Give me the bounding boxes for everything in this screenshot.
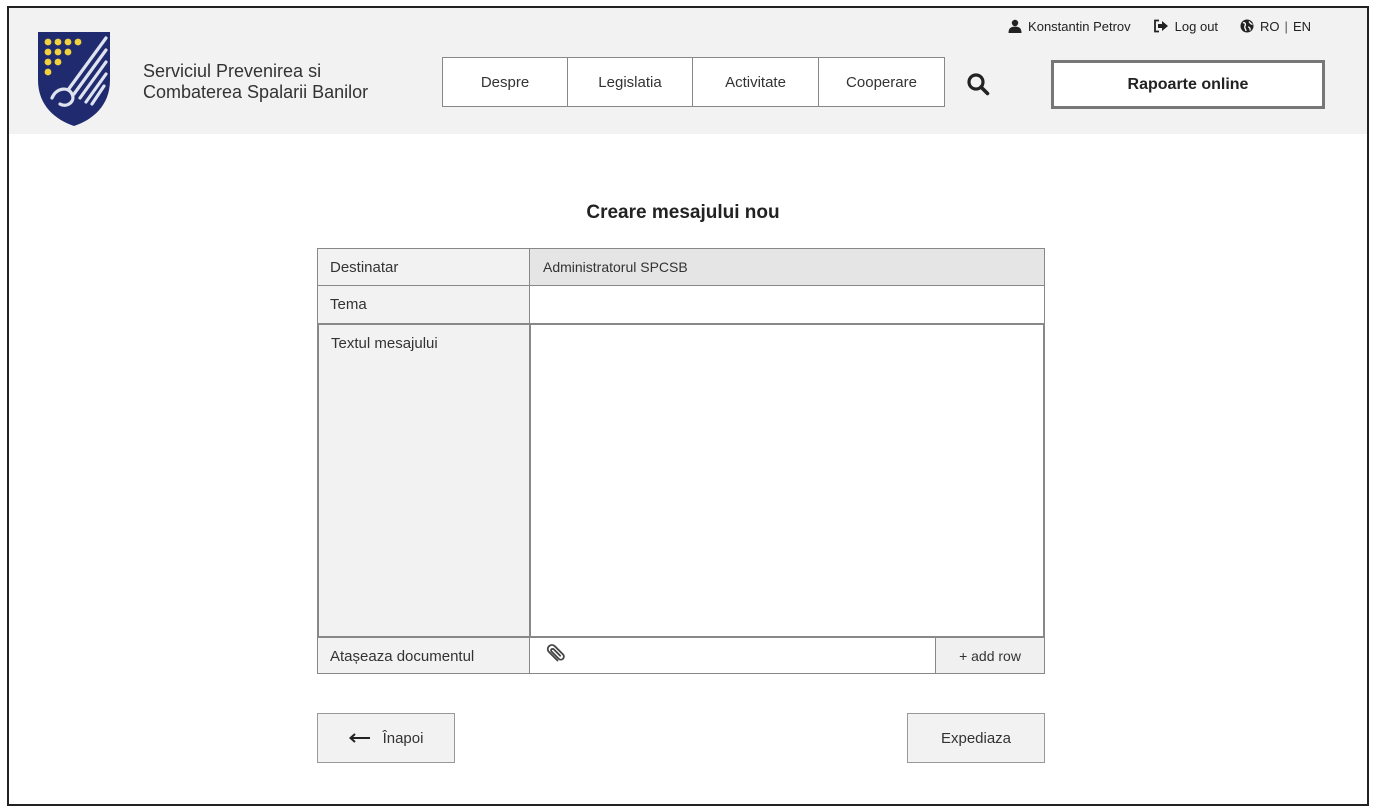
paperclip-icon[interactable]	[543, 644, 565, 666]
back-button[interactable]: Înapoi	[317, 713, 455, 763]
back-label: Înapoi	[382, 729, 424, 747]
send-button[interactable]: Expediaza	[907, 713, 1045, 763]
org-name-line2: Combaterea Spalarii Banilor	[143, 82, 369, 102]
organization-name: Serviciul Prevenirea si Combaterea Spala…	[143, 61, 368, 103]
add-row-button[interactable]: + add row	[935, 638, 1044, 673]
recipient-label: Destinatar	[318, 249, 530, 285]
user-name: Konstantin Petrov	[1028, 18, 1131, 34]
message-label: Textul mesajului	[319, 325, 531, 636]
logout-icon	[1153, 19, 1168, 33]
nav-item-legislatia[interactable]: Legislatia	[567, 58, 692, 106]
globe-icon	[1240, 19, 1254, 33]
nav-item-activitate[interactable]: Activitate	[692, 58, 818, 106]
logout-link[interactable]: Log out	[1153, 19, 1218, 34]
lang-en[interactable]: EN	[1293, 19, 1311, 34]
message-row: Textul mesajului	[317, 323, 1045, 638]
message-field-wrap	[531, 325, 1043, 636]
message-textarea[interactable]	[531, 325, 1043, 636]
user-menu[interactable]: Konstantin Petrov	[1008, 19, 1131, 34]
logo-emblem[interactable]	[34, 28, 114, 128]
subject-field-wrap	[530, 286, 1044, 323]
nav-item-despre[interactable]: Despre	[443, 58, 567, 106]
logout-label: Log out	[1174, 18, 1219, 34]
lang-ro[interactable]: RO	[1260, 19, 1280, 34]
nav-item-cooperare[interactable]: Cooperare	[818, 58, 944, 106]
subject-label: Tema	[318, 286, 530, 323]
site-header: Serviciul Prevenirea si Combaterea Spala…	[9, 8, 1367, 134]
recipient-value: Administratorul SPCSB	[530, 249, 1044, 285]
subject-row: Tema	[317, 285, 1045, 324]
user-toolbar: Konstantin Petrov Log out RO | EN	[1008, 17, 1311, 35]
attach-label: Atașeaza documentul	[318, 638, 530, 673]
attach-field[interactable]	[530, 638, 935, 673]
attachment-row: Atașeaza documentul + add row	[317, 637, 1045, 674]
page-title: Creare mesajului nou	[586, 202, 780, 223]
org-name-line1: Serviciul Prevenirea si	[143, 61, 322, 81]
search-icon[interactable]	[966, 72, 990, 96]
recipient-row: Destinatar Administratorul SPCSB	[317, 248, 1045, 286]
user-icon	[1008, 19, 1022, 33]
arrow-left-icon	[348, 733, 370, 743]
page-frame: Serviciul Prevenirea si Combaterea Spala…	[7, 6, 1369, 806]
lang-separator: |	[1284, 18, 1288, 34]
language-switcher: RO | EN	[1240, 19, 1311, 34]
main-nav: Despre Legislatia Activitate Cooperare	[442, 57, 945, 107]
subject-input[interactable]	[530, 286, 1044, 323]
online-reports-button[interactable]: Rapoarte online	[1051, 60, 1325, 109]
